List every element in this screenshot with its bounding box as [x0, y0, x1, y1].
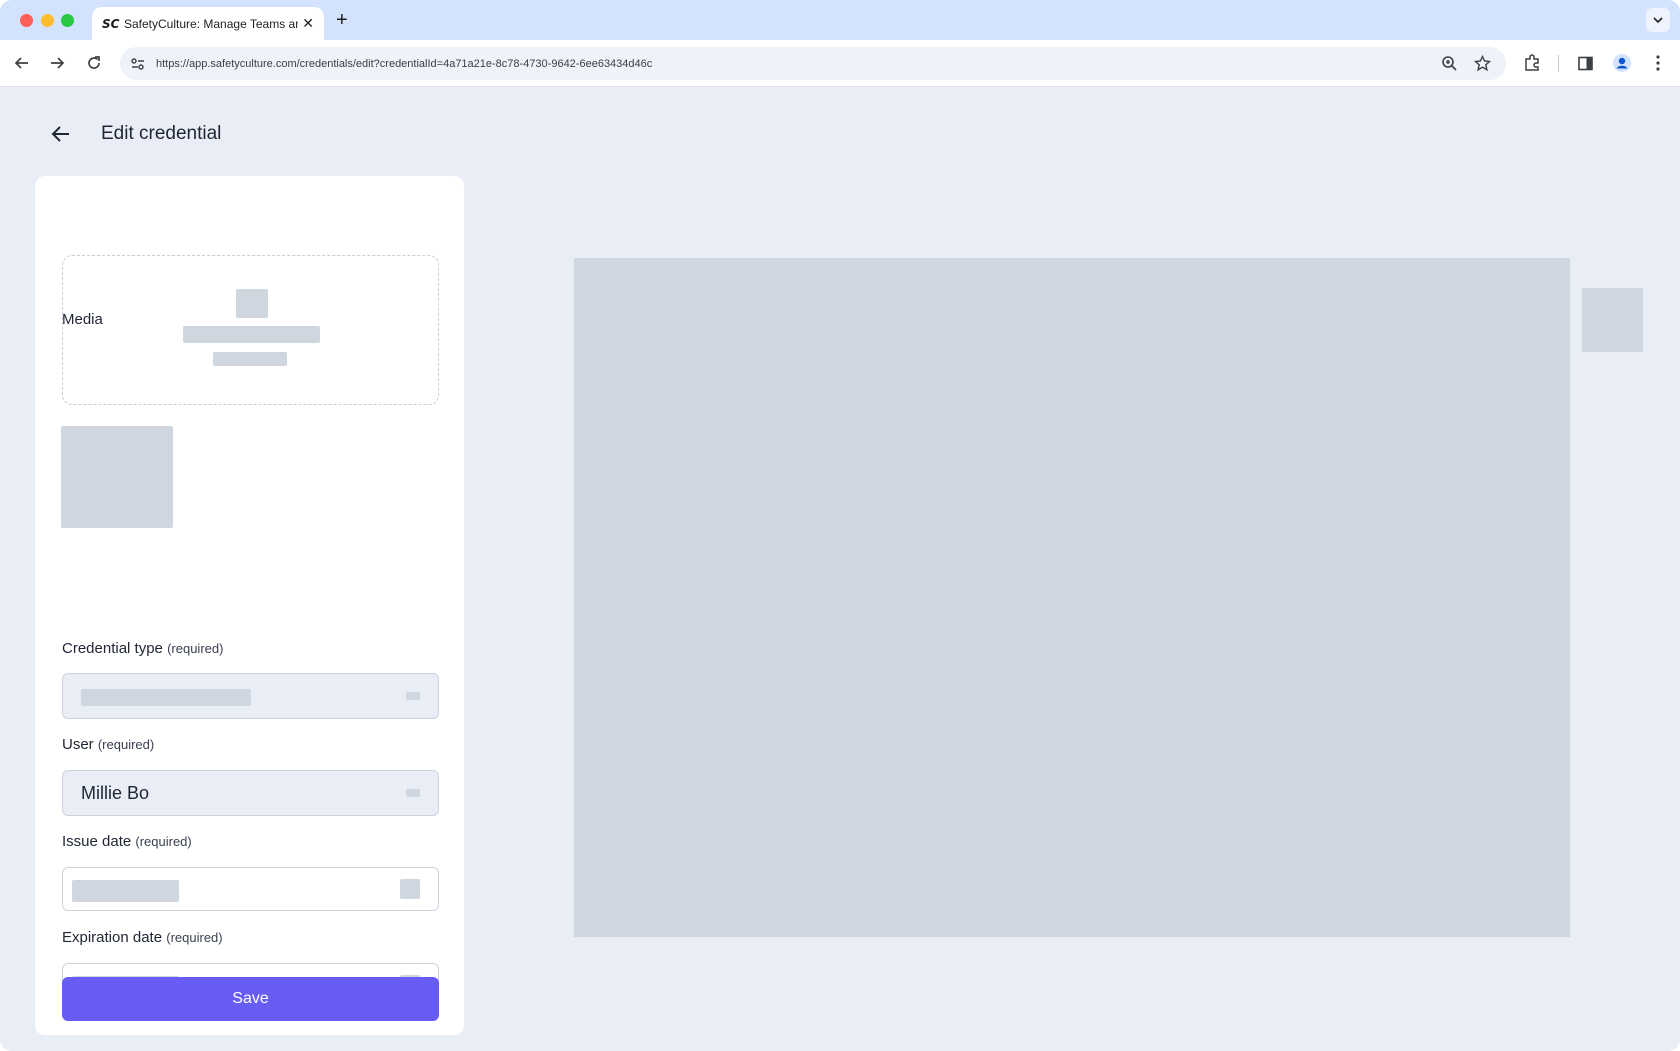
minimize-window-button[interactable] — [41, 14, 54, 27]
back-arrow-icon — [14, 57, 28, 69]
issue-date-value-placeholder — [72, 880, 179, 902]
chevron-down-icon — [406, 692, 420, 700]
browser-window: SC SafetyCulture: Manage Teams and... ✕ … — [0, 0, 1680, 1051]
safetyculture-favicon-icon: SC — [102, 16, 120, 31]
toolbar-divider — [1558, 55, 1559, 72]
maximize-window-button[interactable] — [61, 14, 74, 27]
save-button[interactable]: Save — [62, 977, 439, 1021]
upload-icon-placeholder — [236, 289, 268, 318]
extensions-button[interactable] — [1521, 52, 1543, 74]
back-button[interactable] — [48, 121, 74, 147]
credential-type-label: Credential type (required) — [62, 640, 224, 657]
page-title: Edit credential — [101, 123, 222, 144]
credential-type-value-placeholder — [81, 689, 251, 706]
credential-form-card: Media Credential type (required) User (r… — [35, 176, 464, 1035]
tab-search-button[interactable] — [1646, 8, 1670, 32]
media-thumbnail[interactable] — [61, 426, 173, 528]
url-text: https://app.safetyculture.com/credential… — [156, 57, 653, 70]
chevron-down-icon — [406, 789, 420, 797]
browser-tab[interactable]: SC SafetyCulture: Manage Teams and... ✕ — [92, 7, 324, 40]
back-arrow-icon — [51, 126, 69, 142]
calendar-icon[interactable] — [400, 879, 420, 899]
tab-title: SafetyCulture: Manage Teams and... — [124, 16, 298, 31]
browser-toolbar: https://app.safetyculture.com/credential… — [0, 40, 1680, 87]
forward-arrow-icon — [51, 57, 65, 69]
issue-date-label: Issue date (required) — [62, 833, 192, 850]
media-dropzone[interactable] — [62, 255, 439, 405]
profile-icon — [1613, 54, 1631, 72]
back-button[interactable] — [11, 52, 33, 74]
user-select-value: Millie Bo — [81, 783, 150, 803]
new-tab-button[interactable]: + — [336, 9, 348, 32]
close-window-button[interactable] — [20, 14, 33, 27]
forward-button[interactable] — [46, 52, 68, 74]
user-label: User (required) — [62, 736, 155, 753]
tab-close-icon[interactable]: ✕ — [302, 15, 314, 32]
kebab-menu-icon — [1656, 55, 1660, 71]
issue-date-input[interactable] — [62, 867, 439, 911]
user-select[interactable]: Millie Bo — [62, 770, 439, 816]
credential-type-select[interactable] — [62, 673, 439, 719]
media-preview-placeholder — [574, 258, 1570, 937]
address-bar[interactable]: https://app.safetyculture.com/credential… — [120, 47, 1506, 80]
dropzone-subtext-placeholder — [213, 352, 287, 366]
side-panel-button[interactable] — [1574, 52, 1596, 74]
preview-side-placeholder — [1582, 288, 1643, 352]
reload-icon — [88, 56, 100, 69]
profile-button[interactable] — [1611, 52, 1633, 74]
reload-button[interactable] — [83, 52, 105, 74]
site-settings-icon[interactable] — [130, 56, 146, 72]
extensions-icon — [1525, 54, 1539, 71]
chevron-down-icon — [1653, 17, 1663, 24]
side-panel-icon — [1577, 56, 1593, 70]
zoom-icon[interactable] — [1441, 55, 1458, 72]
browser-menu-button[interactable] — [1647, 52, 1669, 74]
star-icon[interactable] — [1474, 55, 1491, 72]
expiration-date-label: Expiration date (required) — [62, 929, 223, 946]
page-content: Edit credential Media Credential type (r… — [0, 88, 1680, 1051]
dropzone-text-placeholder — [183, 326, 320, 343]
tab-strip: SC SafetyCulture: Manage Teams and... ✕ … — [0, 0, 1680, 40]
